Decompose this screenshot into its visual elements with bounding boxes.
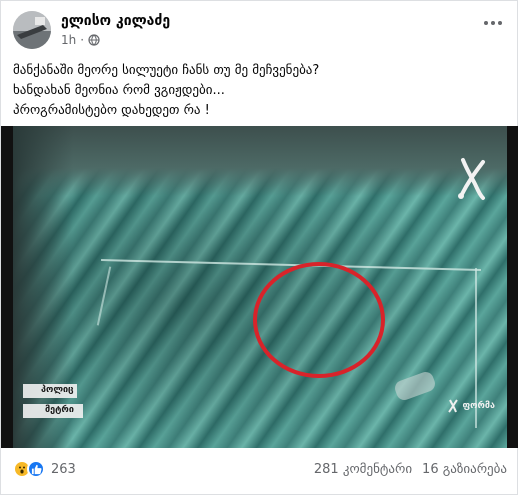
dot-icon bbox=[491, 21, 495, 25]
globe-icon[interactable] bbox=[88, 34, 100, 46]
highlight-circle bbox=[253, 262, 385, 378]
watermark-right: ფორმა bbox=[447, 398, 495, 414]
channel-logo-icon bbox=[458, 158, 485, 200]
post-text: მანქანაში მეორე სილუეტი ჩანს თუ მე მეჩვე… bbox=[13, 61, 505, 121]
meta-separator: · bbox=[80, 33, 85, 47]
watermark-text: ფორმა bbox=[462, 401, 495, 411]
post-meta: 1h · bbox=[61, 33, 100, 47]
reactions-summary[interactable]: 263 bbox=[13, 460, 76, 478]
reaction-count: 263 bbox=[51, 461, 76, 477]
watermark-text: მეტრი bbox=[45, 405, 74, 415]
avatar-image bbox=[13, 11, 51, 49]
post-text-line: პროგრამისტებო დახედეთ რა ! bbox=[13, 103, 210, 118]
post-card: ელისო კილაძე 1h · მანქანაში მეორე სილუეტ… bbox=[0, 0, 518, 495]
watermark-text: პოლიც bbox=[41, 385, 74, 395]
author-avatar[interactable] bbox=[13, 11, 51, 49]
video-frame[interactable]: პოლიც მეტრი ფორმა bbox=[13, 126, 507, 448]
post-time[interactable]: 1h bbox=[61, 33, 76, 47]
more-options-button[interactable] bbox=[479, 13, 507, 33]
comments-count[interactable]: 281 კომენტარი bbox=[314, 462, 412, 477]
post-text-line: მანქანაში მეორე სილუეტი ჩანს თუ მე მეჩვე… bbox=[13, 63, 320, 78]
post-video[interactable]: პოლიც მეტრი ფორმა bbox=[1, 126, 518, 448]
channel-logo-small-icon bbox=[448, 399, 459, 413]
post-text-line: ხანდახან მეონია რომ ვგიჟდები... bbox=[13, 83, 225, 98]
engagement-stats: 281 კომენტარი 16 გაზიარება bbox=[314, 462, 507, 477]
dot-icon bbox=[498, 21, 502, 25]
watermark-left: პოლიც მეტრი bbox=[23, 384, 87, 428]
car-roof-shadow bbox=[13, 126, 507, 196]
author-name[interactable]: ელისო კილაძე bbox=[61, 13, 170, 29]
shares-count[interactable]: 16 გაზიარება bbox=[422, 462, 507, 477]
like-icon bbox=[27, 460, 45, 478]
dot-icon bbox=[484, 21, 488, 25]
post-footer: 263 281 კომენტარი 16 გაზიარება bbox=[1, 456, 518, 484]
hand-shape bbox=[392, 369, 438, 403]
window-edge bbox=[96, 266, 112, 326]
